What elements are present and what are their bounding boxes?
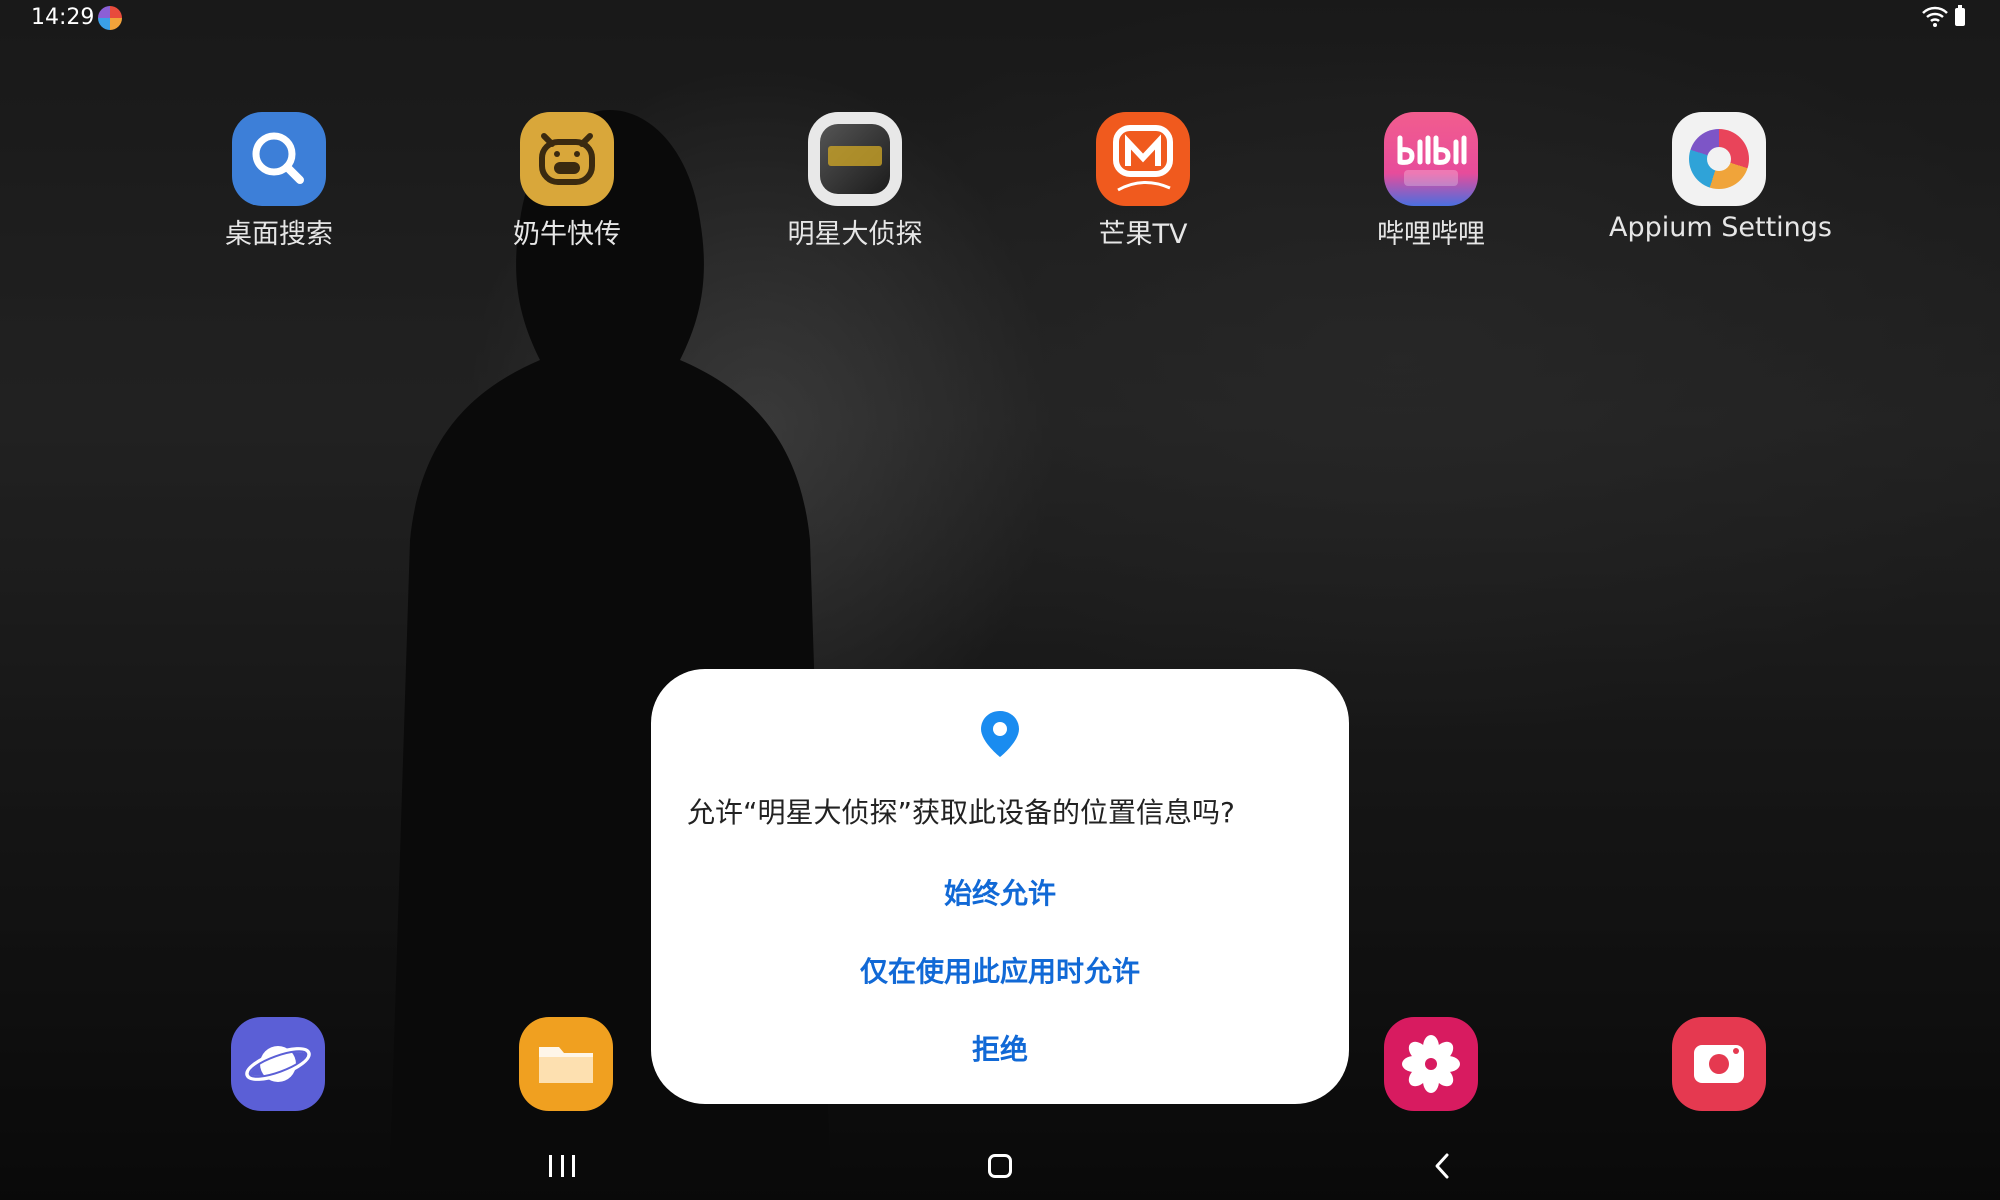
app-cow-transfer[interactable]: 奶牛快传: [457, 112, 677, 251]
bilibili-icon: [1384, 112, 1478, 206]
gallery-flower-icon[interactable]: [1384, 1017, 1478, 1111]
app-label: Appium Settings: [1609, 212, 1832, 243]
app-label: 明星大侦探: [787, 219, 923, 250]
location-pin-icon: [981, 711, 1019, 757]
status-time: 14:29: [31, 5, 95, 30]
allow-always-button[interactable]: 始终允许: [651, 872, 1349, 912]
appium-icon: [1672, 112, 1766, 206]
app-label: 桌面搜索: [225, 219, 333, 250]
dialog-message: 允许“明星大侦探”获取此设备的位置信息吗?: [687, 796, 1235, 829]
app-bilibili[interactable]: 哔哩哔哩: [1321, 112, 1541, 251]
cow-icon: [520, 112, 614, 206]
screen-recorder-icon[interactable]: [1672, 1017, 1766, 1111]
navigation-bar: [0, 1140, 2000, 1200]
app-label: 芒果TV: [1098, 219, 1188, 250]
show-poster-icon: [808, 112, 902, 206]
internet-browser-icon[interactable]: [231, 1017, 325, 1111]
back-icon[interactable]: [1432, 1152, 1452, 1180]
app-notification-icon: [98, 6, 122, 30]
battery-icon: [1955, 5, 1965, 26]
recents-icon[interactable]: [549, 1155, 575, 1177]
location-permission-dialog: 允许“明星大侦探”获取此设备的位置信息吗? 始终允许 仅在使用此应用时允许 拒绝: [651, 669, 1349, 1104]
app-label: 奶牛快传: [513, 219, 621, 250]
deny-button[interactable]: 拒绝: [651, 1028, 1349, 1068]
search-icon: [232, 112, 326, 206]
app-desktop-search[interactable]: 桌面搜索: [169, 112, 389, 251]
mango-tv-icon: [1096, 112, 1190, 206]
home-icon[interactable]: [988, 1154, 1012, 1178]
status-bar: 14:29: [0, 0, 2000, 38]
app-label: 哔哩哔哩: [1377, 219, 1485, 250]
app-mango-tv[interactable]: 芒果TV: [1033, 112, 1253, 251]
allow-while-using-button[interactable]: 仅在使用此应用时允许: [651, 950, 1349, 990]
wifi-icon: [1922, 6, 1948, 27]
my-files-icon[interactable]: [519, 1017, 613, 1111]
app-appium-settings[interactable]: Appium Settings: [1609, 112, 1832, 243]
app-star-detective[interactable]: 明星大侦探: [745, 112, 965, 251]
